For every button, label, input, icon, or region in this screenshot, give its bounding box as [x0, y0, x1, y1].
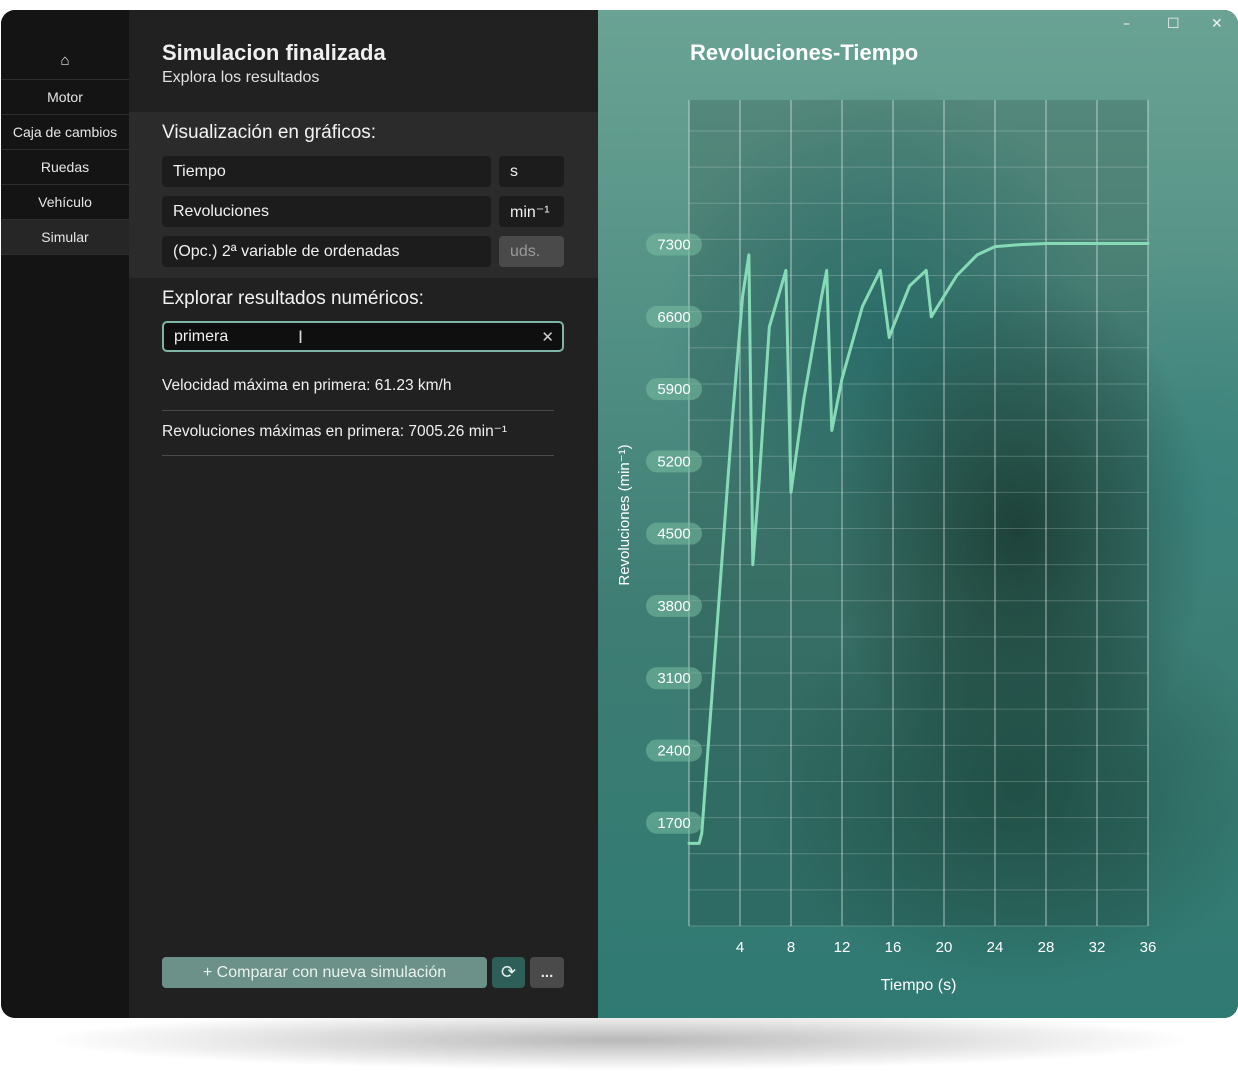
- sidebar: ⌂ Motor Caja de cambios Ruedas Vehículo …: [1, 10, 129, 1018]
- result-divider: [162, 455, 554, 456]
- x-tick-label: 16: [885, 939, 902, 956]
- y-tick-label: 6600: [657, 309, 690, 326]
- y2-unit-field: uds.: [499, 236, 564, 267]
- y-variable-field[interactable]: Revoluciones: [162, 196, 491, 227]
- rpm-time-chart: 1700 2400 3100 3800 4500 5200 5900 6600 7300 4 8 12…: [616, 100, 1157, 994]
- x-tick-label: 12: [834, 939, 851, 956]
- result-item-max-speed: Velocidad máxima en primera: 61.23 km/h: [162, 377, 452, 394]
- y-tick-label: 5900: [657, 381, 690, 398]
- app-window: ⌂ Motor Caja de cambios Ruedas Vehículo …: [1, 10, 1238, 1018]
- graph-settings-heading: Visualización en gráficos:: [162, 122, 377, 143]
- y-tick-label: 3100: [657, 670, 690, 687]
- y-unit-field[interactable]: min⁻¹: [499, 196, 564, 227]
- x-tick-label: 28: [1038, 939, 1055, 956]
- sidebar-item-vehiculo[interactable]: Vehículo: [1, 185, 129, 220]
- x-tick-label: 20: [936, 939, 953, 956]
- search-value: primera: [174, 327, 229, 345]
- graph-settings-section: Visualización en gráficos: Tiempo s Revo…: [129, 112, 598, 278]
- x-tick-label: 24: [987, 939, 1004, 956]
- x-tick-label: 36: [1140, 939, 1157, 956]
- window-shadow: [40, 1010, 1200, 1070]
- results-search-input[interactable]: primera I ✕: [162, 321, 564, 352]
- sidebar-item-motor[interactable]: Motor: [1, 80, 129, 115]
- x-unit-field[interactable]: s: [499, 156, 564, 187]
- clear-search-icon[interactable]: ✕: [541, 328, 554, 346]
- reload-button[interactable]: ⟳: [492, 957, 525, 988]
- x-axis-label: Tiempo (s): [881, 977, 957, 994]
- result-item-max-rpm: Revoluciones máximas en primera: 7005.26…: [162, 423, 508, 440]
- y-tick-label: 1700: [657, 815, 690, 832]
- y-tick-label: 5200: [657, 453, 690, 470]
- page-title: Simulacion finalizada: [162, 40, 386, 65]
- y-axis-label: Revoluciones (min⁻¹): [616, 444, 633, 585]
- x-tick-label: 8: [787, 939, 795, 956]
- page-subtitle: Explora los resultados: [162, 69, 320, 86]
- x-variable-field[interactable]: Tiempo: [162, 156, 491, 187]
- y-tick-label: 7300: [657, 237, 690, 254]
- y2-variable-field[interactable]: (Opc.) 2ª variable de ordenadas: [162, 236, 491, 267]
- y-tick-label: 2400: [657, 742, 690, 759]
- more-options-button[interactable]: ...: [530, 957, 564, 988]
- text-cursor-icon: I: [298, 328, 304, 348]
- chart-panel: – ☐ ✕ Revoluciones-Tiempo 1700 2400 3100 38…: [598, 10, 1238, 1018]
- results-panel: Simulacion finalizada Explora los result…: [129, 10, 598, 1018]
- y-tick-label: 3800: [657, 598, 690, 615]
- sidebar-item-caja-de-cambios[interactable]: Caja de cambios: [1, 115, 129, 150]
- home-button[interactable]: ⌂: [1, 10, 129, 80]
- sidebar-item-ruedas[interactable]: Ruedas: [1, 150, 129, 185]
- sidebar-item-simular[interactable]: Simular: [1, 220, 129, 255]
- numeric-results-heading: Explorar resultados numéricos:: [162, 288, 424, 309]
- y-tick-label: 4500: [657, 526, 690, 543]
- refresh-icon: ⟳: [500, 962, 517, 983]
- result-divider: [162, 410, 554, 411]
- x-tick-label: 4: [736, 939, 744, 956]
- home-icon: ⌂: [60, 52, 70, 69]
- x-tick-label: 32: [1089, 939, 1106, 956]
- compare-simulation-button[interactable]: + Comparar con nueva simulación: [162, 957, 487, 988]
